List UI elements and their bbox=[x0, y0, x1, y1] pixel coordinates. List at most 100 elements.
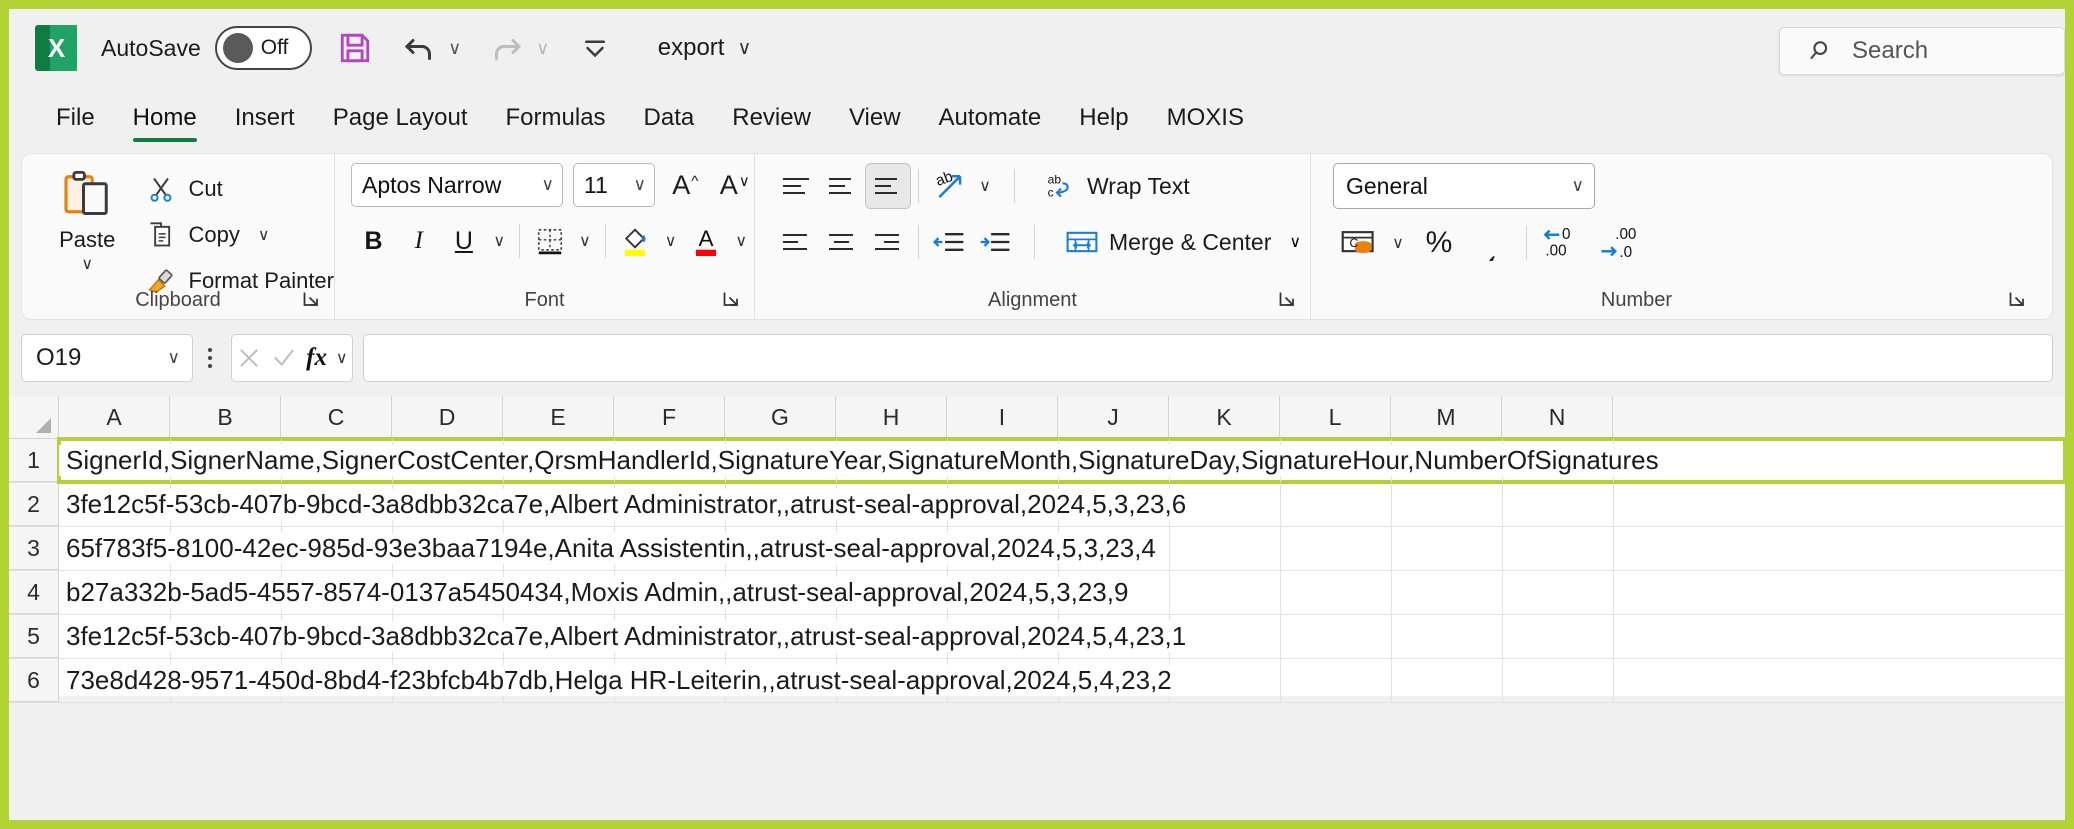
tab-file[interactable]: File bbox=[37, 90, 114, 146]
column-header-m[interactable]: M bbox=[1391, 396, 1502, 438]
save-icon[interactable] bbox=[334, 25, 376, 71]
cancel-icon[interactable] bbox=[236, 345, 262, 371]
cut-button[interactable]: Cut bbox=[139, 170, 335, 208]
autosave-toggle[interactable]: Off bbox=[215, 26, 312, 70]
decrease-font-size-button[interactable]: A∨ bbox=[714, 163, 754, 207]
table-row[interactable]: 3 65f783f5-8100-42ec-985d-93e3baa7194e,A… bbox=[9, 527, 2065, 571]
formula-chevron-down-icon[interactable]: ∨ bbox=[336, 348, 348, 368]
formula-bar-options-icon[interactable] bbox=[193, 334, 227, 382]
align-center-button[interactable] bbox=[819, 219, 865, 265]
tab-home[interactable]: Home bbox=[114, 90, 216, 146]
merge-and-center-button[interactable]: Merge & Center ∨ bbox=[1065, 219, 1301, 265]
column-header-a[interactable]: A bbox=[59, 396, 170, 438]
orientation-button[interactable]: ab bbox=[926, 163, 972, 209]
column-header-f[interactable]: F bbox=[614, 396, 725, 438]
row-body-5[interactable]: 3fe12c5f-53cb-407b-9bcd-3a8dbb32ca7e,Alb… bbox=[59, 615, 2065, 658]
table-row[interactable]: 5 3fe12c5f-53cb-407b-9bcd-3a8dbb32ca7e,A… bbox=[9, 615, 2065, 659]
comma-style-button[interactable]: ͵ bbox=[1467, 220, 1519, 266]
cell-a3[interactable]: 65f783f5-8100-42ec-985d-93e3baa7194e,Ani… bbox=[59, 533, 1156, 564]
column-header-l[interactable]: L bbox=[1280, 396, 1391, 438]
increase-indent-button[interactable] bbox=[972, 219, 1018, 265]
table-row[interactable]: 1 SignerId,SignerName,SignerCostCenter,Q… bbox=[9, 439, 2065, 483]
name-box-chevron-down-icon[interactable]: ∨ bbox=[168, 348, 180, 368]
align-middle-button[interactable] bbox=[819, 163, 865, 209]
borders-button[interactable] bbox=[527, 218, 572, 264]
undo-icon[interactable] bbox=[398, 25, 440, 71]
bold-button[interactable]: B bbox=[351, 218, 396, 264]
filename[interactable]: export ∨ bbox=[658, 34, 752, 62]
column-header-k[interactable]: K bbox=[1169, 396, 1280, 438]
column-header-b[interactable]: B bbox=[170, 396, 281, 438]
align-right-button[interactable] bbox=[865, 219, 911, 265]
number-dialog-launcher-icon[interactable] bbox=[2008, 290, 2028, 310]
column-header-e[interactable]: E bbox=[503, 396, 614, 438]
cell-a4[interactable]: b27a332b-5ad5-4557-8574-0137a5450434,Mox… bbox=[59, 577, 1128, 608]
clipboard-dialog-launcher-icon[interactable] bbox=[302, 290, 322, 310]
orientation-chevron-down-icon[interactable]: ∨ bbox=[972, 163, 998, 209]
tab-insert[interactable]: Insert bbox=[216, 90, 314, 146]
number-format-select[interactable]: General ∨ bbox=[1333, 163, 1595, 209]
tab-moxis[interactable]: MOXIS bbox=[1148, 90, 1263, 146]
insert-function-icon[interactable]: fx bbox=[306, 344, 327, 372]
undo-dropdown-chevron-down-icon[interactable]: ∨ bbox=[446, 38, 464, 59]
alignment-dialog-launcher-icon[interactable] bbox=[1278, 290, 1298, 310]
merge-chevron-down-icon[interactable]: ∨ bbox=[1289, 232, 1301, 252]
column-header-c[interactable]: C bbox=[281, 396, 392, 438]
cell-a1[interactable]: SignerId,SignerName,SignerCostCenter,Qrs… bbox=[59, 445, 1659, 476]
cell-a5[interactable]: 3fe12c5f-53cb-407b-9bcd-3a8dbb32ca7e,Alb… bbox=[59, 621, 1186, 652]
increase-font-size-button[interactable]: A^ bbox=[665, 163, 705, 207]
font-size-select[interactable]: 11 ∨ bbox=[573, 163, 655, 207]
fill-color-button[interactable] bbox=[613, 218, 658, 264]
row-header-4[interactable]: 4 bbox=[9, 571, 59, 614]
underline-button[interactable]: U bbox=[441, 218, 486, 264]
column-header-i[interactable]: I bbox=[947, 396, 1058, 438]
increase-decimal-button[interactable]: 0 .00 bbox=[1534, 220, 1590, 266]
underline-chevron-down-icon[interactable]: ∨ bbox=[486, 218, 512, 264]
fill-color-chevron-down-icon[interactable]: ∨ bbox=[658, 218, 684, 264]
tab-formulas[interactable]: Formulas bbox=[487, 90, 625, 146]
percent-style-button[interactable]: % bbox=[1411, 220, 1467, 266]
font-name-select[interactable]: Aptos Narrow ∨ bbox=[351, 163, 563, 207]
search-box[interactable]: Search bbox=[1779, 27, 2065, 75]
row-body-6[interactable]: 73e8d428-9571-450d-8bd4-f23bfcb4b7db,Hel… bbox=[59, 659, 2065, 702]
row-body-1[interactable]: SignerId,SignerName,SignerCostCenter,Qrs… bbox=[59, 439, 2065, 482]
decrease-indent-button[interactable] bbox=[926, 219, 972, 265]
column-header-j[interactable]: J bbox=[1058, 396, 1169, 438]
row-header-5[interactable]: 5 bbox=[9, 615, 59, 658]
column-header-g[interactable]: G bbox=[725, 396, 836, 438]
align-bottom-button[interactable] bbox=[865, 163, 911, 209]
font-dialog-launcher-icon[interactable] bbox=[722, 290, 742, 310]
column-header-h[interactable]: H bbox=[836, 396, 947, 438]
table-row[interactable]: 4 b27a332b-5ad5-4557-8574-0137a5450434,M… bbox=[9, 571, 2065, 615]
font-name-chevron-down-icon[interactable]: ∨ bbox=[541, 175, 553, 195]
cell-a2[interactable]: 3fe12c5f-53cb-407b-9bcd-3a8dbb32ca7e,Alb… bbox=[59, 489, 1186, 520]
row-body-4[interactable]: b27a332b-5ad5-4557-8574-0137a5450434,Mox… bbox=[59, 571, 2065, 614]
column-header-d[interactable]: D bbox=[392, 396, 503, 438]
tab-automate[interactable]: Automate bbox=[920, 90, 1061, 146]
accounting-number-format-button[interactable]: C bbox=[1333, 220, 1385, 266]
row-header-3[interactable]: 3 bbox=[9, 527, 59, 570]
number-format-chevron-down-icon[interactable]: ∨ bbox=[1572, 176, 1584, 196]
font-size-chevron-down-icon[interactable]: ∨ bbox=[634, 175, 646, 195]
borders-chevron-down-icon[interactable]: ∨ bbox=[572, 218, 598, 264]
filename-chevron-down-icon[interactable]: ∨ bbox=[737, 37, 751, 60]
row-header-6[interactable]: 6 bbox=[9, 659, 59, 702]
tab-data[interactable]: Data bbox=[625, 90, 714, 146]
tab-page-layout[interactable]: Page Layout bbox=[314, 90, 487, 146]
font-color-button[interactable]: A bbox=[683, 218, 728, 264]
tab-view[interactable]: View bbox=[830, 90, 920, 146]
customize-quick-access-toolbar-icon[interactable] bbox=[574, 25, 616, 71]
name-box[interactable]: O19 ∨ bbox=[21, 334, 193, 382]
table-row[interactable]: 6 73e8d428-9571-450d-8bd4-f23bfcb4b7db,H… bbox=[9, 659, 2065, 703]
copy-button[interactable]: Copy ∨ bbox=[139, 216, 335, 254]
accounting-format-chevron-down-icon[interactable]: ∨ bbox=[1385, 220, 1411, 266]
paste-chevron-down-icon[interactable]: ∨ bbox=[81, 254, 93, 274]
row-body-3[interactable]: 65f783f5-8100-42ec-985d-93e3baa7194e,Ani… bbox=[59, 527, 2065, 570]
copy-chevron-down-icon[interactable]: ∨ bbox=[258, 225, 270, 245]
row-body-2[interactable]: 3fe12c5f-53cb-407b-9bcd-3a8dbb32ca7e,Alb… bbox=[59, 483, 2065, 526]
formula-input[interactable] bbox=[363, 334, 2053, 382]
align-left-button[interactable] bbox=[773, 219, 819, 265]
decrease-decimal-button[interactable]: .00 .0 bbox=[1590, 220, 1646, 266]
tab-help[interactable]: Help bbox=[1060, 90, 1147, 146]
font-color-chevron-down-icon[interactable]: ∨ bbox=[729, 218, 755, 264]
